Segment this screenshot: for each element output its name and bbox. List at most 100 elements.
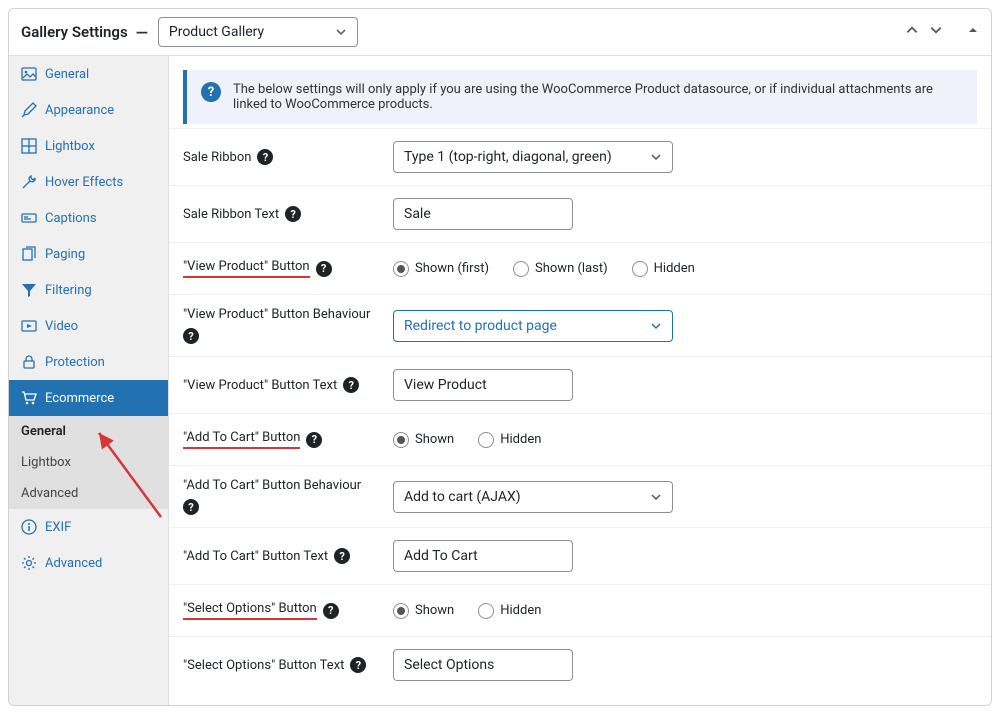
help-icon[interactable]: ? xyxy=(183,499,199,515)
select-options-text-input[interactable]: Select Options xyxy=(393,649,573,681)
gallery-select[interactable]: Product Gallery xyxy=(158,17,358,47)
radio-icon xyxy=(513,261,529,277)
row-label: "View Product" Button Text ? xyxy=(183,377,393,393)
radio-shown-last[interactable]: Shown (last) xyxy=(513,261,608,277)
help-icon[interactable]: ? xyxy=(306,432,322,448)
cart-icon xyxy=(21,390,37,406)
sidebar-item-label: Lightbox xyxy=(45,139,95,154)
sale-ribbon-select[interactable]: Type 1 (top-right, diagonal, green) xyxy=(393,141,673,173)
sidebar-item-label: Hover Effects xyxy=(45,175,123,190)
gallery-settings-panel: Gallery Settings — Product Gallery xyxy=(8,8,992,706)
question-icon: ? xyxy=(201,82,221,102)
radio-hidden[interactable]: Hidden xyxy=(478,432,541,448)
help-icon[interactable]: ? xyxy=(343,377,359,393)
radio-icon xyxy=(393,261,409,277)
sidebar-item-hover-effects[interactable]: Hover Effects xyxy=(9,164,168,200)
row-add-to-cart-button: "Add To Cart" Button ? Shown Hidden xyxy=(169,413,991,465)
pages-icon xyxy=(21,246,37,262)
gallery-select-value: Product Gallery xyxy=(169,24,264,40)
help-icon[interactable]: ? xyxy=(350,657,366,673)
sidebar-item-label: Advanced xyxy=(45,556,102,571)
sidebar-sub-general[interactable]: General xyxy=(9,416,168,447)
prev-icon[interactable] xyxy=(905,23,919,41)
video-icon xyxy=(21,318,37,334)
sidebar-item-label: Video xyxy=(45,319,78,334)
help-icon[interactable]: ? xyxy=(334,548,350,564)
brush-icon xyxy=(21,102,37,118)
radio-icon xyxy=(478,432,494,448)
row-view-product-behaviour: "View Product" Button Behaviour ? Redire… xyxy=(169,294,991,356)
row-label: "Select Options" Button Text ? xyxy=(183,657,393,673)
sidebar-sub-lightbox[interactable]: Lightbox xyxy=(9,447,168,478)
row-add-to-cart-behaviour: "Add To Cart" Button Behaviour ? Add to … xyxy=(169,465,991,527)
row-label: "View Product" Button ? xyxy=(183,259,393,278)
radio-icon xyxy=(478,603,494,619)
help-icon[interactable]: ? xyxy=(316,261,332,277)
sidebar-item-protection[interactable]: Protection xyxy=(9,344,168,380)
sidebar-item-label: Appearance xyxy=(45,103,114,118)
row-select-options-button: "Select Options" Button ? Shown Hidden xyxy=(169,584,991,636)
row-sale-ribbon-text: Sale Ribbon Text ? Sale xyxy=(169,185,991,242)
sidebar-item-label: Captions xyxy=(45,211,97,226)
sidebar-sub-advanced[interactable]: Advanced xyxy=(9,478,168,509)
radio-icon xyxy=(632,261,648,277)
sidebar-item-captions[interactable]: Captions xyxy=(9,200,168,236)
sidebar-item-lightbox[interactable]: Lightbox xyxy=(9,128,168,164)
settings-content: ? The below settings will only apply if … xyxy=(169,56,991,706)
row-select-options-text: "Select Options" Button Text ? Select Op… xyxy=(169,636,991,693)
row-label: "Add To Cart" Button Behaviour ? xyxy=(183,478,393,515)
row-label: "Add To Cart" Button Text ? xyxy=(183,548,393,564)
row-view-product-text: "View Product" Button Text ? View Produc… xyxy=(169,356,991,413)
radio-hidden[interactable]: Hidden xyxy=(632,261,695,277)
view-product-text-input[interactable]: View Product xyxy=(393,369,573,401)
sidebar-item-video[interactable]: Video xyxy=(9,308,168,344)
chevron-down-icon xyxy=(650,320,662,332)
info-icon xyxy=(21,519,37,535)
help-icon[interactable]: ? xyxy=(183,328,199,344)
row-view-product-button: "View Product" Button ? Shown (first) Sh… xyxy=(169,242,991,294)
header-controls xyxy=(905,23,979,41)
row-label: Sale Ribbon ? xyxy=(183,149,393,165)
sidebar-submenu: General Lightbox Advanced xyxy=(9,416,168,509)
sidebar-item-ecommerce[interactable]: Ecommerce xyxy=(9,380,168,416)
radio-shown-first[interactable]: Shown (first) xyxy=(393,261,489,277)
select-options-radio-group: Shown Hidden xyxy=(393,603,541,619)
help-icon[interactable]: ? xyxy=(323,603,339,619)
sidebar-item-exif[interactable]: EXIF xyxy=(9,509,168,545)
sidebar-item-paging[interactable]: Paging xyxy=(9,236,168,272)
sidebar-item-filtering[interactable]: Filtering xyxy=(9,272,168,308)
radio-shown[interactable]: Shown xyxy=(393,432,454,448)
radio-icon xyxy=(393,603,409,619)
lock-icon xyxy=(21,354,37,370)
add-to-cart-behaviour-select[interactable]: Add to cart (AJAX) xyxy=(393,481,673,513)
sidebar-item-advanced[interactable]: Advanced xyxy=(9,545,168,581)
radio-hidden[interactable]: Hidden xyxy=(478,603,541,619)
row-label: "Add To Cart" Button ? xyxy=(183,430,393,449)
add-to-cart-text-input[interactable]: Add To Cart xyxy=(393,540,573,572)
panel-title: Gallery Settings xyxy=(21,23,128,41)
sale-ribbon-text-input[interactable]: Sale xyxy=(393,198,573,230)
view-product-behaviour-select[interactable]: Redirect to product page xyxy=(393,310,673,342)
sidebar-item-label: Protection xyxy=(45,355,105,370)
help-icon[interactable]: ? xyxy=(285,206,301,222)
row-label: "View Product" Button Behaviour ? xyxy=(183,307,393,344)
chevron-down-icon xyxy=(335,26,347,38)
collapse-icon[interactable]: — xyxy=(136,23,148,42)
chevron-down-icon xyxy=(650,151,662,163)
next-icon[interactable] xyxy=(929,23,943,41)
sidebar-item-label: Paging xyxy=(45,247,85,262)
panel-header: Gallery Settings — Product Gallery xyxy=(9,9,991,56)
sidebar-item-label: Filtering xyxy=(45,283,92,298)
help-icon[interactable]: ? xyxy=(257,149,273,165)
radio-icon xyxy=(393,432,409,448)
sidebar-item-label: General xyxy=(45,67,89,82)
sidebar-item-appearance[interactable]: Appearance xyxy=(9,92,168,128)
row-sale-ribbon: Sale Ribbon ? Type 1 (top-right, diagona… xyxy=(169,128,991,185)
sidebar-item-general[interactable]: General xyxy=(9,56,168,92)
collapse-panel-icon[interactable] xyxy=(967,24,979,40)
add-to-cart-radio-group: Shown Hidden xyxy=(393,432,541,448)
sidebar-item-label: Ecommerce xyxy=(45,391,114,406)
grid-icon xyxy=(21,138,37,154)
notice-text: The below settings will only apply if yo… xyxy=(233,82,963,112)
radio-shown[interactable]: Shown xyxy=(393,603,454,619)
